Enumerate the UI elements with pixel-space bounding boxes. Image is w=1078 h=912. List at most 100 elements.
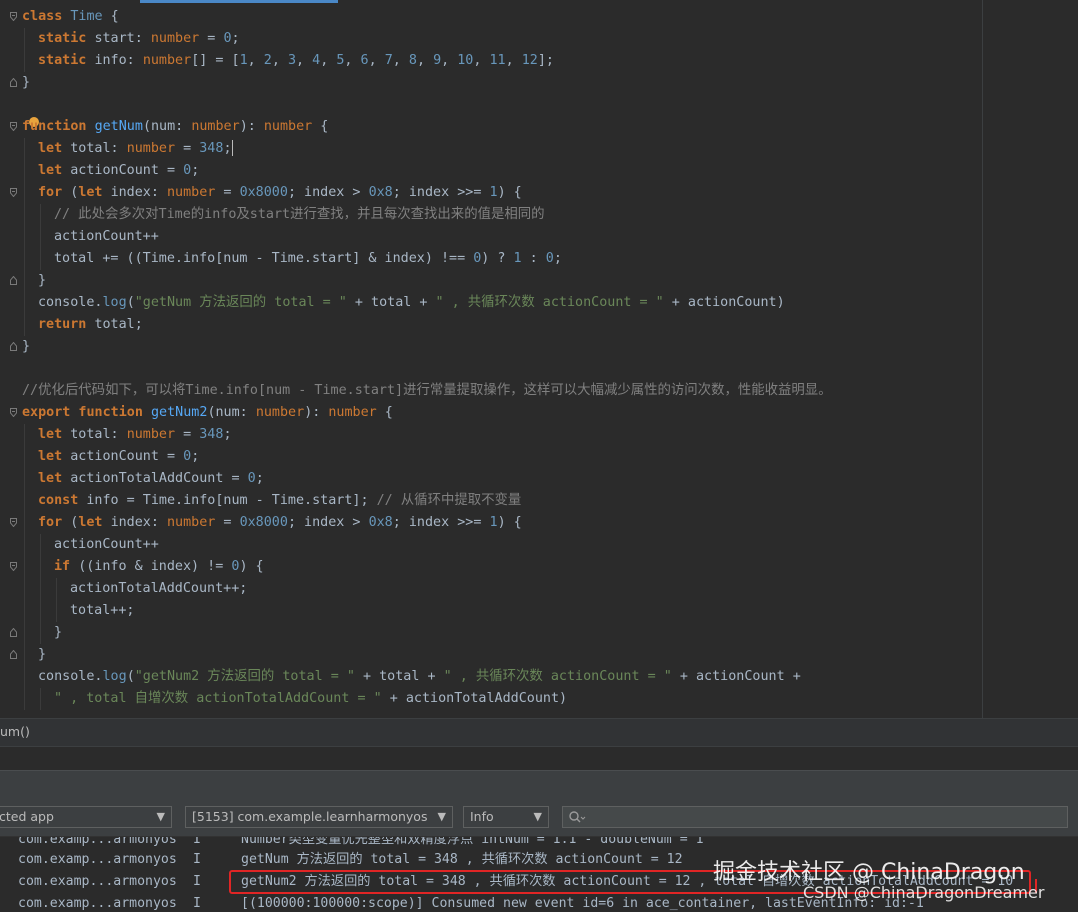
log-level-select[interactable]: Info ▼ — [463, 806, 549, 828]
code-line[interactable]: total += ((Time.info[num - Time.start] &… — [0, 248, 980, 270]
code-token: total: — [70, 141, 127, 156]
fold-close-icon[interactable] — [10, 276, 17, 285]
indent-guide — [24, 644, 25, 666]
code-token: + actionTotalAddCount) — [381, 691, 568, 706]
code-token: getNum — [94, 119, 143, 134]
code-line[interactable]: } — [0, 622, 980, 644]
device-select[interactable]: cted app ▼ — [0, 806, 172, 828]
code-token: let — [38, 163, 71, 178]
code-line[interactable]: actionCount++ — [0, 226, 980, 248]
code-token: ((info & index) != — [78, 559, 232, 574]
indent-guide — [24, 600, 25, 622]
fold-open-icon[interactable] — [10, 562, 17, 571]
code-line[interactable]: console.log("getNum 方法返回的 total = " + to… — [0, 292, 980, 314]
code-token: , — [416, 53, 434, 68]
chevron-down-icon: ▼ — [156, 810, 165, 823]
fold-close-icon[interactable] — [10, 628, 17, 637]
code-line[interactable]: console.log("getNum2 方法返回的 total = " + t… — [0, 666, 980, 688]
code-line[interactable]: } — [0, 644, 980, 666]
fold-open-icon[interactable] — [10, 122, 17, 131]
code-token: ]; — [537, 53, 554, 68]
code-token: total; — [94, 317, 143, 332]
code-token: " , 共循环次数 actionCount = " — [435, 295, 664, 310]
code-token: 0 — [545, 251, 554, 266]
code-token: ; — [231, 31, 240, 46]
indent-guide — [24, 468, 25, 490]
code-token: " , 共循环次数 actionCount = " — [443, 669, 672, 684]
fold-open-icon[interactable] — [10, 408, 17, 417]
breadcrumb[interactable]: um() — [0, 724, 30, 739]
code-text: return total; — [38, 314, 143, 336]
code-line[interactable]: let actionCount = 0; — [0, 446, 980, 468]
code-line[interactable]: " , total 自增次数 actionTotalAddCount = " +… — [0, 688, 980, 710]
code-token: { — [102, 9, 119, 24]
code-line[interactable]: function getNum(num: number): number { — [0, 116, 980, 138]
code-area[interactable]: class Time {static start: number = 0; sta… — [0, 6, 980, 710]
code-token: actionCount = — [70, 449, 184, 464]
code-line[interactable]: let actionCount = 0; — [0, 160, 980, 182]
log-tag: com.examp...armonyos — [18, 896, 177, 911]
code-line[interactable]: let actionTotalAddCount = 0; — [0, 468, 980, 490]
indent-guide — [24, 204, 25, 226]
code-token: for — [38, 515, 71, 530]
code-line[interactable]: if ((info & index) != 0) { — [0, 556, 980, 578]
indent-guide — [24, 292, 25, 314]
code-line[interactable]: const info = Time.info[num - Time.start]… — [0, 490, 980, 512]
code-line[interactable]: let total: number = 348; — [0, 138, 980, 160]
process-select[interactable]: [5153] com.example.learnharmonyos ▼ — [185, 806, 453, 828]
code-line[interactable]: for (let index: number = 0x8000; index >… — [0, 182, 980, 204]
fold-open-icon[interactable] — [10, 518, 17, 527]
text-cursor — [231, 140, 233, 156]
code-line[interactable]: // 此处会多次对Time的info及start进行查找，并且每次查找出来的值是… — [0, 204, 980, 226]
log-filter-bar: cted app ▼ [5153] com.example.learnharmo… — [0, 798, 1078, 837]
code-text: actionCount++ — [54, 226, 159, 248]
code-line[interactable]: //优化后代码如下，可以将Time.info[num - Time.start]… — [0, 380, 980, 402]
log-search-input[interactable] — [562, 806, 1068, 828]
code-line[interactable] — [0, 94, 980, 116]
code-line[interactable]: total++; — [0, 600, 980, 622]
code-editor[interactable]: class Time {static start: number = 0; sta… — [0, 0, 1078, 718]
code-line[interactable]: } — [0, 72, 980, 94]
code-line[interactable]: static info: number[] = [1, 2, 3, 4, 5, … — [0, 50, 980, 72]
code-line[interactable] — [0, 358, 980, 380]
code-text: let actionTotalAddCount = 0; — [38, 468, 264, 490]
fold-close-icon[interactable] — [10, 78, 17, 87]
code-line[interactable]: for (let index: number = 0x8000; index >… — [0, 512, 980, 534]
watermark-csdn: CSDN @ChinaDragonDreamer — [803, 883, 1045, 902]
code-token: 348 — [199, 427, 224, 442]
code-token: 0x8000 — [239, 185, 288, 200]
indent-guide — [40, 534, 41, 556]
log-message: getNum 方法返回的 total = 348 , 共循环次数 actionC… — [241, 852, 683, 867]
code-token: : — [521, 251, 546, 266]
code-token: number — [191, 119, 240, 134]
fold-close-icon[interactable] — [10, 650, 17, 659]
code-line[interactable]: } — [0, 270, 980, 292]
code-line[interactable]: export function getNum2(num: number): nu… — [0, 402, 980, 424]
code-token: log — [102, 295, 127, 310]
fold-close-icon[interactable] — [10, 342, 17, 351]
code-token: export function — [22, 405, 151, 420]
code-token: , — [344, 53, 361, 68]
indent-guide — [24, 424, 25, 446]
code-line[interactable]: actionTotalAddCount++; — [0, 578, 980, 600]
code-token: number — [167, 185, 216, 200]
code-line[interactable]: actionCount++ — [0, 534, 980, 556]
code-line[interactable]: let total: number = 348; — [0, 424, 980, 446]
code-token: ; index >>= — [392, 515, 490, 530]
code-line[interactable]: class Time { — [0, 6, 980, 28]
code-token: 8 — [408, 53, 417, 68]
code-token: number — [255, 405, 305, 420]
fold-open-icon[interactable] — [10, 12, 17, 21]
fold-open-icon[interactable] — [10, 188, 17, 197]
code-line[interactable]: return total; — [0, 314, 980, 336]
code-token: "getNum 方法返回的 total = " — [134, 295, 347, 310]
code-text: total++; — [70, 600, 135, 622]
right-margin-guide — [982, 0, 983, 718]
code-token: ( — [126, 295, 135, 310]
code-line[interactable]: } — [0, 336, 980, 358]
code-token: ; index >>= — [392, 185, 490, 200]
code-line[interactable]: static start: number = 0; — [0, 28, 980, 50]
code-token: //优化后代码如下，可以将Time.info[num - Time.start]… — [22, 383, 832, 398]
code-token: = — [215, 185, 240, 200]
indent-guide — [40, 622, 41, 644]
